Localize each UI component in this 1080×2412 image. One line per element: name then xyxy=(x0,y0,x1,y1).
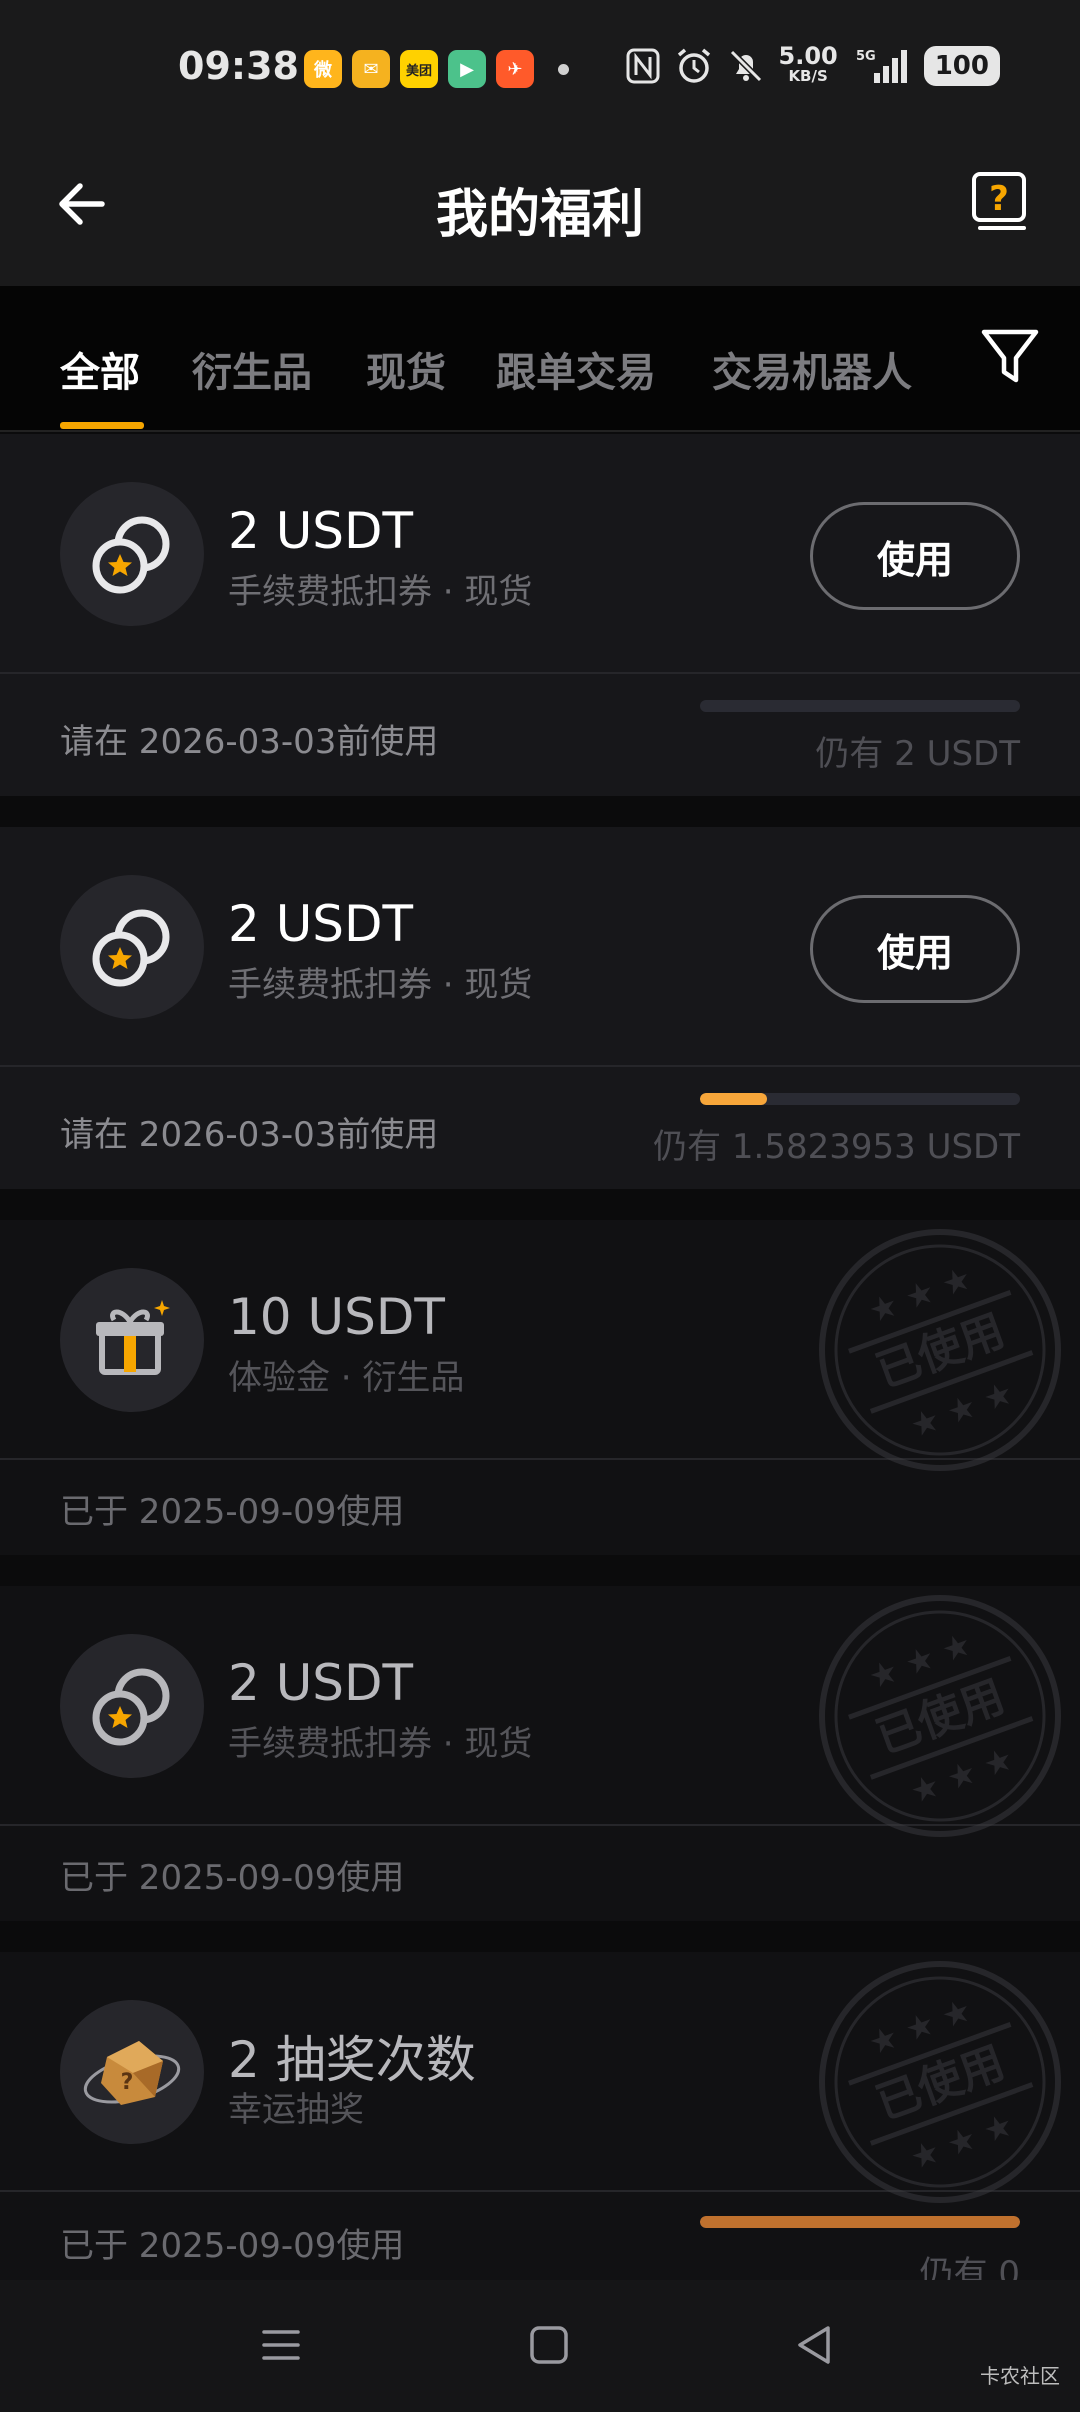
video-app-icon: ▶ xyxy=(448,50,486,88)
expiry-date: 请在 2026-03-03前使用 xyxy=(60,722,439,762)
use-button[interactable]: 使用 xyxy=(810,895,1020,1003)
used-stamp-icon: 已使用 ★ ★ ★ ★ ★ ★ xyxy=(819,1229,1061,1471)
system-nav-bar: 卡农社区 xyxy=(0,2280,1080,2412)
coupon-amount: 10 USDT xyxy=(228,1288,445,1346)
coupon-coins-icon xyxy=(92,1668,170,1746)
gift-box-icon xyxy=(96,1300,170,1375)
used-stamp-icon: 已使用 ★ ★ ★ ★ ★ ★ xyxy=(819,1961,1061,2203)
help-document-icon[interactable]: ? xyxy=(970,170,1030,234)
coupon-icon-wrapper xyxy=(60,1268,204,1412)
coupon-card: 2 USDT 手续费抵扣券 · 现货 使用 请在 2026-03-03前使用 仍… xyxy=(0,827,1080,1189)
remaining-balance: 仍有 2 USDT xyxy=(815,734,1020,774)
usage-progress-bar xyxy=(700,700,1020,712)
coupon-type: 手续费抵扣券 · 现货 xyxy=(228,965,533,1005)
tab-derivatives[interactable]: 衍生品 xyxy=(192,340,312,398)
tab-trading-bot[interactable]: 交易机器人 xyxy=(712,340,912,398)
mail-icon: ✉ xyxy=(352,50,390,88)
coupon-coins-icon xyxy=(92,909,170,987)
menu-nav-icon[interactable] xyxy=(256,2320,306,2370)
use-button[interactable]: 使用 xyxy=(810,502,1020,610)
tab-copy-trading[interactable]: 跟单交易 xyxy=(496,340,656,398)
coupon-card-header: 2 USDT 手续费抵扣券 · 现货 使用 xyxy=(0,434,1080,674)
page-header: 我的福利 ? xyxy=(0,140,1080,286)
category-tabs: 全部 衍生品 现货 跟单交易 交易机器人 xyxy=(0,286,1080,432)
coupon-card-used: 10 USDT 体验金 · 衍生品 已使用 ★ ★ ★ ★ ★ ★ 已于 202… xyxy=(0,1220,1080,1555)
lucky-draw-icon: ? xyxy=(83,2041,181,2105)
nfc-icon xyxy=(626,48,659,84)
svg-text:?: ? xyxy=(989,179,1009,219)
page-title: 我的福利 xyxy=(435,185,644,245)
usage-progress-bar xyxy=(700,2216,1020,2228)
lottery-type: 幸运抽奖 xyxy=(228,2090,364,2130)
coupon-amount: 2 USDT xyxy=(228,1654,414,1712)
usage-progress-bar xyxy=(700,1093,1020,1105)
watermark: 卡农社区 xyxy=(980,2364,1060,2388)
status-bar: 09:38 微 ✉ 美团 ▶ ✈ 5.00 KB/S 5G 100 xyxy=(0,0,1080,140)
coupon-type: 体验金 · 衍生品 xyxy=(228,1358,465,1398)
svg-text:5G: 5G xyxy=(856,49,876,64)
usage-progress-fill xyxy=(700,1093,768,1105)
coupon-icon-wrapper xyxy=(60,875,204,1019)
back-nav-icon[interactable] xyxy=(790,2320,840,2370)
coupon-type: 手续费抵扣券 · 现货 xyxy=(228,1724,533,1764)
battery-level: 100 xyxy=(923,46,1000,86)
signal-5g-icon: 5G xyxy=(856,49,907,83)
coupon-card-used: 2 USDT 手续费抵扣券 · 现货 已使用 ★ ★ ★ ★ ★ ★ 已于 20… xyxy=(0,1586,1080,1921)
coupon-type: 手续费抵扣券 · 现货 xyxy=(228,572,533,612)
coupon-icon-wrapper: ? xyxy=(60,2000,204,2144)
mute-bell-icon xyxy=(729,49,762,83)
status-indicators: 5.00 KB/S 5G 100 xyxy=(625,42,1000,86)
status-time: 09:38 xyxy=(178,44,299,88)
tab-all[interactable]: 全部 xyxy=(60,340,140,398)
alarm-icon xyxy=(677,48,710,83)
filter-icon[interactable] xyxy=(978,324,1042,388)
weibo-icon: 微 xyxy=(304,50,342,88)
paper-plane-app-icon: ✈ xyxy=(496,50,534,88)
used-stamp-icon: 已使用 ★ ★ ★ ★ ★ ★ xyxy=(819,1595,1061,1837)
usage-progress-fill xyxy=(700,2216,1020,2228)
used-date: 已于 2025-09-09使用 xyxy=(60,1492,405,1532)
active-tab-indicator xyxy=(60,422,144,429)
coupon-coins-icon xyxy=(92,516,170,594)
coupon-icon-wrapper xyxy=(60,1634,204,1778)
coupon-card-header: 2 USDT 手续费抵扣券 · 现货 使用 xyxy=(0,827,1080,1067)
notification-icons: 微 ✉ 美团 ▶ ✈ xyxy=(304,50,534,88)
more-notifications-dot xyxy=(558,64,569,75)
used-date: 已于 2025-09-09使用 xyxy=(60,2226,405,2266)
coupon-icon-wrapper xyxy=(60,482,204,626)
coupon-amount: 2 USDT xyxy=(228,895,414,953)
remaining-balance: 仍有 1.5823953 USDT xyxy=(653,1127,1020,1167)
coupon-card: 2 USDT 手续费抵扣券 · 现货 使用 请在 2026-03-03前使用 仍… xyxy=(0,434,1080,796)
used-date: 已于 2025-09-09使用 xyxy=(60,1858,405,1898)
svg-text:?: ? xyxy=(121,2070,134,2095)
tab-spot[interactable]: 现货 xyxy=(366,340,446,398)
home-nav-icon[interactable] xyxy=(524,2320,574,2370)
lottery-card-used: ? 2 抽奖次数 幸运抽奖 已使用 ★ ★ ★ ★ ★ ★ 已于 2025-09… xyxy=(0,1952,1080,2294)
network-speed: 5.00 KB/S xyxy=(778,42,838,85)
expiry-date: 请在 2026-03-03前使用 xyxy=(60,1115,439,1155)
coupon-amount: 2 USDT xyxy=(228,502,414,560)
meituan-icon: 美团 xyxy=(400,50,438,88)
